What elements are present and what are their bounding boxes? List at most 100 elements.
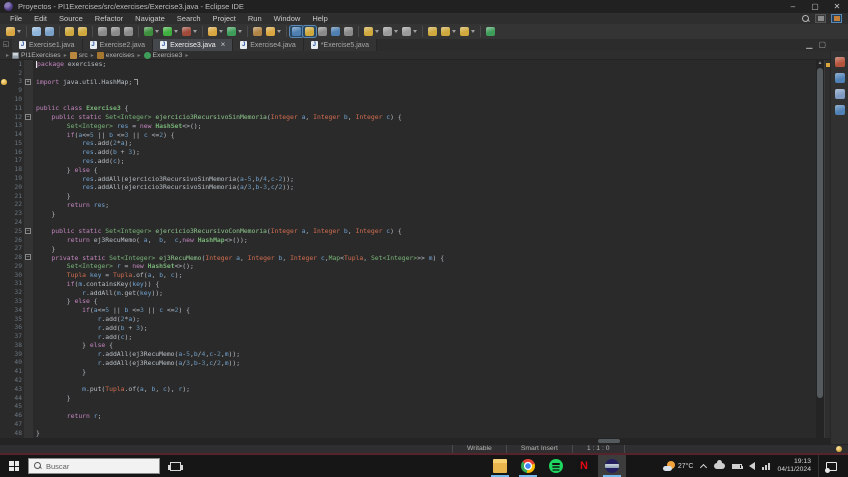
- code-line[interactable]: 3 + import java.util.HashMap;: [0, 77, 848, 87]
- taskbar-search-input[interactable]: Buscar: [28, 458, 160, 474]
- toggle-comment-icon[interactable]: [329, 26, 342, 37]
- taskbar-app-netflix[interactable]: N: [570, 455, 598, 477]
- code-line[interactable]: 12− public static Set<Integer> ejercicio…: [0, 112, 848, 122]
- clear-console-icon[interactable]: [122, 26, 135, 37]
- code-line[interactable]: 35 r.add(2*a);: [0, 314, 848, 324]
- code-line[interactable]: 2: [0, 68, 848, 78]
- code-line[interactable]: 39 r.addAll(ej3RecuMemo(a-5,b/4,c-2,m));: [0, 349, 848, 359]
- code-line[interactable]: 47: [0, 420, 848, 429]
- code-line[interactable]: 29 Set<Integer> r = new HashSet<>();: [0, 261, 848, 271]
- code-line[interactable]: 40 r.addAll(ej3RecuMemo(a/3,b-3,c/2,m));: [0, 358, 848, 368]
- taskbar-app-chrome[interactable]: [514, 455, 542, 477]
- network-icon[interactable]: [762, 462, 771, 470]
- tab-exercise3java[interactable]: J Exercise3.java ×: [153, 39, 234, 51]
- taskbar-app-eclipse[interactable]: [598, 455, 626, 477]
- fold-gutter[interactable]: −: [24, 226, 33, 236]
- code-line[interactable]: 37 r.add(c);: [0, 332, 848, 341]
- debug-icon[interactable]: [142, 26, 161, 37]
- code-line[interactable]: 32 r.addAll(m.get(key));: [0, 288, 848, 298]
- onedrive-icon[interactable]: [714, 460, 726, 469]
- clock[interactable]: 19:13 04/11/2024: [777, 458, 811, 474]
- menu-source[interactable]: Source: [53, 13, 89, 24]
- menu-window[interactable]: Window: [268, 13, 307, 24]
- code-line[interactable]: 22 return res;: [0, 200, 848, 210]
- breadcrumb[interactable]: ▸ PI1Exercises ▸ src ▸ exercises ▸ Exercise3 ▸: [0, 51, 848, 60]
- redo-icon[interactable]: [76, 26, 89, 37]
- open-perspective-icon[interactable]: [484, 26, 497, 37]
- code-line[interactable]: 1 package exercises;: [0, 60, 848, 69]
- next-annotation-icon[interactable]: [381, 26, 400, 37]
- code-editor[interactable]: 1 package exercises; 2 3 + import java.util.H…: [0, 60, 848, 438]
- code-line[interactable]: 30 Tupla key = Tupla.of(a, b, c);: [0, 270, 848, 280]
- fold-collapsed-icon[interactable]: +: [25, 78, 31, 85]
- quick-access-search-icon[interactable]: [802, 14, 810, 23]
- breadcrumb-item-pi1exercises[interactable]: PI1Exercises: [12, 51, 61, 59]
- code-line[interactable]: 33 } else {: [0, 297, 848, 306]
- fold-gutter[interactable]: −: [24, 253, 33, 262]
- code-line[interactable]: 11 public class Exercise3 {: [0, 103, 848, 113]
- code-line[interactable]: 38 } else {: [0, 341, 848, 350]
- format-icon[interactable]: [302, 25, 317, 38]
- undo-icon[interactable]: [63, 26, 76, 37]
- code-line[interactable]: 23 }: [0, 209, 848, 219]
- taskbar-app-file-explorer[interactable]: [486, 455, 514, 477]
- tab-exercise2java[interactable]: J Exercise2.java: [82, 39, 154, 51]
- minimize-view-icon[interactable]: ▁: [806, 41, 812, 49]
- code-line[interactable]: 43 m.put(Tupla.of(a, b, c), r);: [0, 384, 848, 394]
- search-icon[interactable]: [362, 26, 381, 37]
- menu-edit[interactable]: Edit: [28, 13, 53, 24]
- javadoc-icon[interactable]: [834, 89, 845, 99]
- java-perspective-button[interactable]: [831, 14, 842, 23]
- warning-icon[interactable]: [0, 78, 9, 86]
- mark-occurrences-icon[interactable]: [289, 25, 304, 38]
- code-line[interactable]: 21 }: [0, 191, 848, 201]
- fold-expanded-icon[interactable]: −: [25, 113, 31, 120]
- tab-exercise1java[interactable]: J Exercise1.java: [12, 39, 83, 51]
- menu-file[interactable]: File: [4, 13, 28, 24]
- code-line[interactable]: 13 Set<Integer> res = new HashSet<>();: [0, 121, 848, 131]
- taskbar-app-spotify[interactable]: [542, 455, 570, 477]
- weather-widget[interactable]: 27°C: [662, 461, 693, 471]
- save-icon[interactable]: [30, 26, 43, 37]
- back-icon[interactable]: [439, 26, 458, 37]
- start-button[interactable]: [0, 455, 28, 477]
- code-line[interactable]: 36 r.add(b + 3);: [0, 323, 848, 333]
- snippets-icon[interactable]: [342, 26, 355, 37]
- code-line[interactable]: 27 }: [0, 244, 848, 254]
- restore-view-icon[interactable]: [834, 57, 845, 67]
- code-line[interactable]: 14 if(a<=5 || b <=3 || c <=2) {: [0, 130, 848, 140]
- minimize-button[interactable]: –: [782, 0, 804, 13]
- open-task-icon[interactable]: [264, 26, 283, 37]
- last-edit-location-icon[interactable]: [426, 26, 439, 37]
- sort-members-icon[interactable]: [316, 26, 329, 37]
- menu-search[interactable]: Search: [171, 13, 207, 24]
- vertical-scrollbar[interactable]: ▲: [816, 60, 824, 438]
- menu-navigate[interactable]: Navigate: [129, 13, 171, 24]
- breadcrumb-item-exercises[interactable]: exercises: [96, 51, 135, 59]
- tab-exercise5java[interactable]: J *Exercise5.java: [303, 39, 378, 51]
- action-center-button[interactable]: [818, 455, 844, 477]
- code-line[interactable]: 16 res.add(b + 3);: [0, 147, 848, 157]
- code-line[interactable]: 41 }: [0, 367, 848, 377]
- code-line[interactable]: 44 }: [0, 393, 848, 403]
- code-line[interactable]: 24: [0, 218, 848, 227]
- run-icon[interactable]: [161, 26, 180, 37]
- code-line[interactable]: 10: [0, 95, 848, 104]
- new-package-icon[interactable]: [251, 26, 264, 37]
- open-perspective-button[interactable]: [815, 14, 826, 23]
- prev-annotation-icon[interactable]: [400, 26, 419, 37]
- horizontal-scrollbar-thumb[interactable]: [598, 439, 620, 443]
- fold-expanded-icon[interactable]: −: [25, 254, 31, 261]
- save-all-icon[interactable]: [43, 26, 56, 37]
- code-line[interactable]: 34 if(a<=5 || b <=3 || c <=2) {: [0, 305, 848, 315]
- close-tab-icon[interactable]: ×: [221, 41, 226, 49]
- new-interface-icon[interactable]: [225, 26, 244, 37]
- code-line[interactable]: 15 res.add(2*a);: [0, 139, 848, 148]
- notification-bulb-icon[interactable]: [836, 446, 842, 452]
- code-line[interactable]: 31 if(m.containsKey(key)) {: [0, 279, 848, 289]
- code-line[interactable]: 46 return r;: [0, 411, 848, 421]
- new-wizard-icon[interactable]: [4, 26, 23, 37]
- open-console-icon[interactable]: [96, 26, 109, 37]
- coverage-icon[interactable]: [180, 26, 199, 37]
- breadcrumb-item-exercise3[interactable]: Exercise3: [143, 51, 182, 59]
